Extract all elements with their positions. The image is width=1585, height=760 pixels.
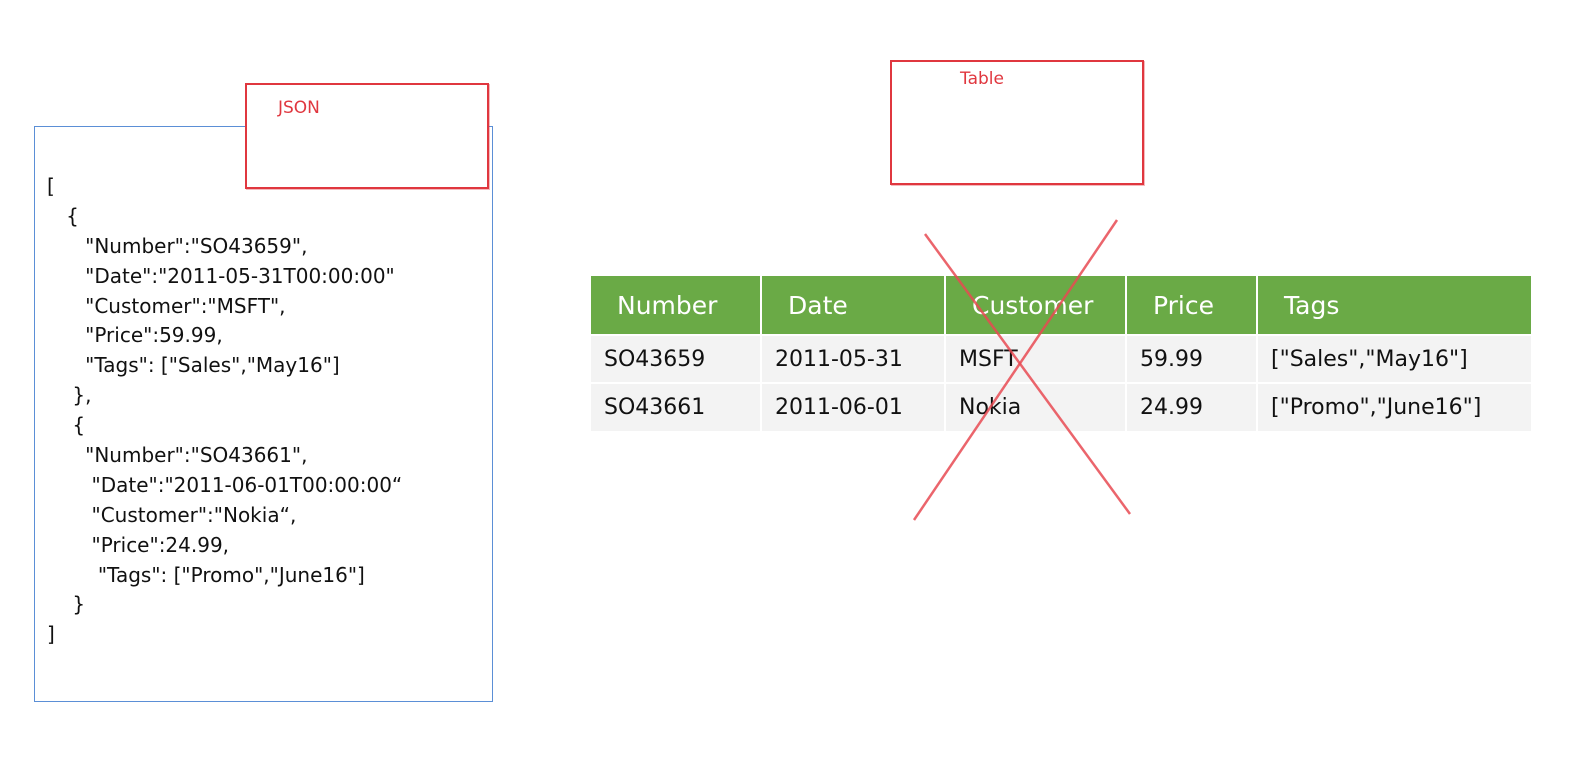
orders-table: Number Date Customer Price Tags SO43659 … (591, 276, 1531, 431)
table-callout-label: Table (960, 69, 1004, 89)
table-callout: Table (890, 60, 1144, 185)
header-customer: Customer (945, 276, 1127, 335)
json-line: "Price":24.99, (47, 532, 230, 557)
table-row: SO43659 2011-05-31 MSFT 59.99 ["Sales","… (591, 334, 1531, 383)
header-tags: Tags (1257, 276, 1531, 335)
json-line: "Tags": ["Promo","June16"] (47, 562, 365, 587)
cell-customer: Nokia (945, 382, 1127, 431)
cell-tags: ["Sales","May16"] (1257, 334, 1531, 383)
json-line: "Date":"2011-05-31T00:00:00" (47, 263, 395, 288)
json-line: "Number":"SO43661", (47, 443, 308, 468)
cell-date: 2011-05-31 (761, 334, 946, 383)
header-number: Number (591, 276, 762, 335)
cell-date: 2011-06-01 (761, 382, 946, 431)
json-code-block: [ { "Number":"SO43659", "Date":"2011-05-… (47, 172, 402, 650)
json-line: } (47, 592, 86, 617)
json-line: { (47, 413, 86, 438)
cell-tags: ["Promo","June16"] (1257, 382, 1531, 431)
cell-customer: MSFT (945, 334, 1127, 383)
json-callout-label: JSON (278, 98, 320, 118)
cell-number: SO43661 (591, 382, 762, 431)
json-line: "Customer":"Nokia“, (47, 502, 297, 527)
table-header-row: Number Date Customer Price Tags (591, 276, 1531, 335)
json-line: { (47, 203, 79, 228)
cell-price: 24.99 (1126, 382, 1258, 431)
json-line: "Customer":"MSFT", (47, 293, 286, 318)
json-line: ] (47, 622, 55, 647)
cell-price: 59.99 (1126, 334, 1258, 383)
json-callout: JSON (245, 83, 489, 189)
table-row: SO43661 2011-06-01 Nokia 24.99 ["Promo",… (591, 382, 1531, 431)
json-line: "Date":"2011-06-01T00:00:00“ (47, 472, 403, 497)
header-date: Date (761, 276, 946, 335)
header-price: Price (1126, 276, 1258, 335)
json-line: }, (47, 383, 92, 408)
json-line: "Tags": ["Sales","May16"] (47, 353, 340, 378)
json-line: "Number":"SO43659", (47, 233, 308, 258)
json-line: "Price":59.99, (47, 323, 223, 348)
cell-number: SO43659 (591, 334, 762, 383)
